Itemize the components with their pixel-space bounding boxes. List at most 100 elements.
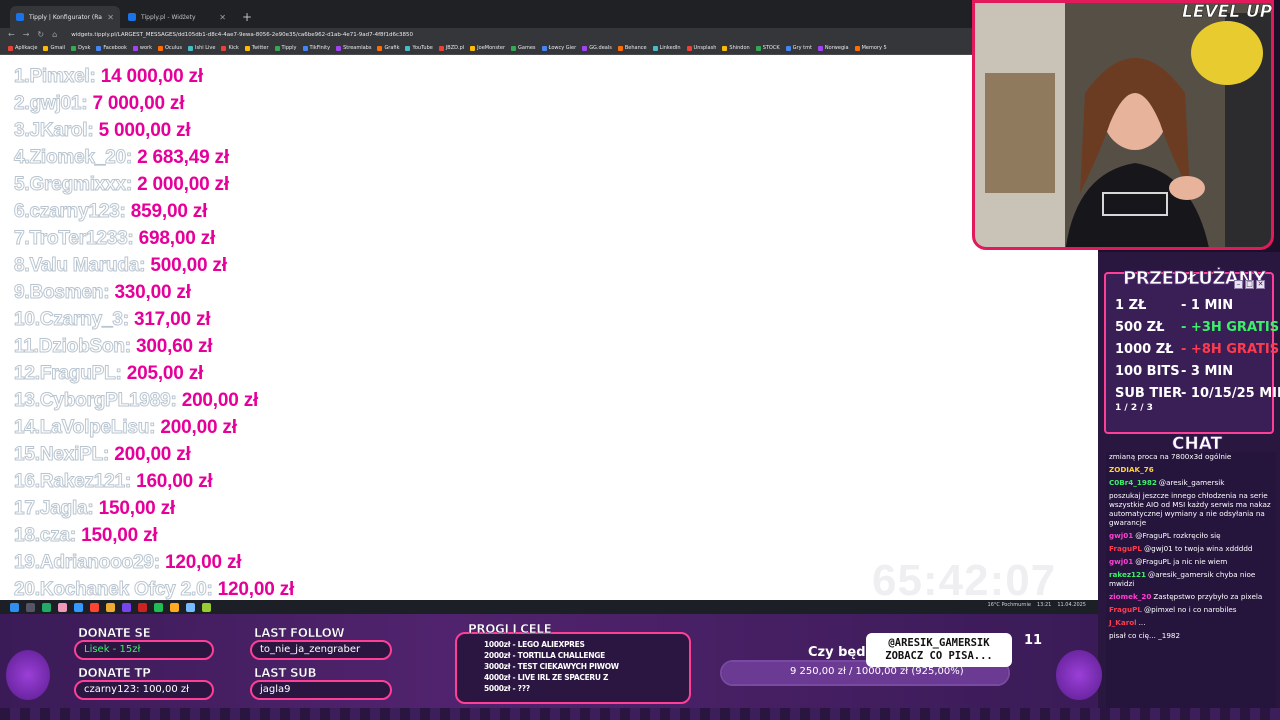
chat-message: C0Br4_1982 @aresik_gamersik bbox=[1106, 478, 1276, 487]
rank-number: 17. bbox=[14, 498, 41, 520]
start-icon[interactable] bbox=[10, 602, 19, 612]
bookmark-item[interactable]: Twitter bbox=[244, 45, 269, 51]
bookmark-item[interactable]: Aplikacje bbox=[8, 45, 37, 51]
discord-icon[interactable] bbox=[122, 602, 131, 612]
bookmark-item[interactable]: Kick bbox=[221, 45, 239, 51]
donor-rank-name: 13.CyborgPL1989: bbox=[14, 390, 178, 412]
ranking-row: 2.gwj01: 7 000,00 zł bbox=[14, 93, 185, 115]
bookmark-label: STOCK bbox=[762, 45, 780, 51]
bookmark-item[interactable]: STOCK bbox=[755, 45, 780, 51]
bookmark-label: LinkedIn bbox=[659, 45, 681, 51]
bookmark-item[interactable]: Unsplash bbox=[686, 45, 716, 51]
donor-rank-name: 15.NexiPL: bbox=[14, 444, 110, 466]
ranking-row: 7.TroTer1233: 698,00 zł bbox=[14, 228, 216, 250]
bookmark-item[interactable]: Oculus bbox=[157, 45, 183, 51]
ranking-row: 11.DziobSon: 300,60 zł bbox=[14, 336, 213, 358]
bookmark-item[interactable]: Streamlabs bbox=[336, 45, 371, 51]
bookmark-item[interactable]: Gry tmt bbox=[785, 45, 812, 51]
ranking-row: 3.JKarol: 5 000,00 zł bbox=[14, 120, 191, 142]
bookmark-item[interactable]: TikFinity bbox=[302, 45, 330, 51]
donate-tp-label: DONATE TP bbox=[78, 666, 151, 681]
rule-reward: - 1 MIN bbox=[1181, 298, 1234, 313]
pixel-ground-strip bbox=[0, 708, 1280, 720]
donation-amount: 317,00 zł bbox=[133, 309, 211, 330]
rank-number: 11. bbox=[14, 336, 40, 358]
donor-name: Valu Maruda: bbox=[29, 255, 146, 277]
chat-username: FraguPL bbox=[1109, 605, 1142, 614]
pixel-tree-decoration bbox=[1056, 650, 1102, 700]
last-follow-label: LAST FOLLOW bbox=[254, 626, 345, 641]
bookmark-item[interactable]: Games bbox=[511, 45, 536, 51]
files-icon[interactable] bbox=[42, 602, 51, 612]
home-icon[interactable]: ⌂ bbox=[52, 31, 57, 39]
rank-number: 4. bbox=[14, 147, 31, 169]
chat-text: @FraguPL ja nic nie wiem bbox=[1135, 557, 1228, 566]
bookmark-item[interactable]: JoeMonster bbox=[470, 45, 505, 51]
app-icon[interactable] bbox=[202, 602, 211, 612]
bookmark-item[interactable]: Memory 5 bbox=[854, 45, 887, 51]
forward-icon[interactable]: → bbox=[23, 31, 30, 39]
chat-box: zmianą proca na 7800x3d ogólnie ZODIAK_76… bbox=[1106, 452, 1276, 708]
new-tab-button[interactable]: + bbox=[234, 6, 260, 28]
donor-rank-name: 4.Ziomek_20: bbox=[14, 147, 133, 169]
close-tab-icon[interactable]: ✕ bbox=[219, 13, 226, 22]
close-tab-icon[interactable]: ✕ bbox=[107, 13, 114, 22]
bookmark-item[interactable]: Tipply bbox=[274, 45, 297, 51]
app-icon[interactable] bbox=[138, 602, 147, 612]
donor-name: Ziomek_20: bbox=[29, 147, 133, 169]
bookmark-item[interactable]: Norwegia bbox=[817, 45, 849, 51]
bookmark-favicon-icon bbox=[157, 45, 163, 51]
app-icon[interactable] bbox=[90, 602, 99, 612]
bookmark-item[interactable]: Behance bbox=[617, 45, 647, 51]
tab-tipply-widgets[interactable]: Tipply.pl - Widżety ✕ bbox=[122, 6, 232, 28]
bookmark-favicon-icon bbox=[274, 45, 280, 51]
donation-amount: 200,00 zł bbox=[181, 390, 259, 411]
chat-text: @aresik_gamersik bbox=[1158, 478, 1225, 487]
bookmark-item[interactable]: Grafik bbox=[377, 45, 399, 51]
tab-tipply-configurator[interactable]: Tipply | Konfigurator (Ranking ✕ bbox=[10, 6, 120, 28]
ranking-row: 4.Ziomek_20: 2 683,49 zł bbox=[14, 147, 230, 169]
bookmark-item[interactable]: LinkedIn bbox=[652, 45, 681, 51]
bookmark-item[interactable]: Facebook bbox=[96, 45, 127, 51]
url-field[interactable]: widgets.tipply.pl/LARGEST_MESSAGES/dd105… bbox=[71, 32, 1098, 38]
bookmark-item[interactable]: Shindon bbox=[722, 45, 750, 51]
bookmark-label: GG.deals bbox=[589, 45, 612, 51]
last-follow-value: to_nie_ja_zengraber bbox=[250, 640, 392, 660]
rank-number: 18. bbox=[14, 525, 41, 547]
app-icon[interactable] bbox=[170, 602, 179, 612]
bookmark-item[interactable]: YouTube bbox=[405, 45, 433, 51]
reload-icon[interactable]: ↻ bbox=[37, 31, 44, 39]
donation-amount: 2 000,00 zł bbox=[137, 174, 229, 195]
chrome-icon[interactable] bbox=[106, 602, 115, 612]
back-icon[interactable]: ← bbox=[8, 31, 15, 39]
spotify-icon[interactable] bbox=[154, 602, 163, 612]
donor-name: JKarol: bbox=[29, 120, 94, 142]
subathon-timer: 65:42:07 bbox=[872, 556, 1057, 605]
chat-message: pisał co cię... _1982 bbox=[1106, 631, 1276, 640]
bookmark-item[interactable]: work bbox=[132, 45, 152, 51]
app-icon[interactable] bbox=[186, 602, 195, 612]
search-icon[interactable] bbox=[26, 602, 35, 612]
donor-rank-name: 10.Czarny_3: bbox=[14, 309, 130, 331]
bookmark-item[interactable]: Dysk bbox=[71, 45, 90, 51]
extension-rule-row: 1000 ZŁ - +8H GRATIS bbox=[1115, 342, 1279, 357]
bookmark-item[interactable]: Ishi Live bbox=[188, 45, 215, 51]
bookmark-label: Tipply bbox=[281, 45, 297, 51]
rank-number: 16. bbox=[14, 471, 41, 493]
bookmark-favicon-icon bbox=[8, 45, 13, 51]
donation-amount: 160,00 zł bbox=[136, 471, 213, 492]
bookmark-item[interactable]: GG.deals bbox=[582, 45, 612, 51]
ranking-row: 6.czarny123: 859,00 zł bbox=[14, 201, 208, 223]
bookmark-item[interactable]: JBZD.pl bbox=[438, 45, 464, 51]
pixel-tree-decoration bbox=[6, 650, 50, 700]
bookmark-item[interactable]: Łowcy Gier bbox=[541, 45, 576, 51]
rule-reward: - 3 MIN bbox=[1181, 364, 1234, 379]
bookmark-label: Oculus bbox=[164, 45, 183, 51]
ranking-row: 15.NexiPL: 200,00 zł bbox=[14, 444, 191, 466]
app-icon[interactable] bbox=[58, 602, 67, 612]
bookmark-label: Aplikacje bbox=[15, 45, 38, 51]
rank-number: 1. bbox=[14, 66, 31, 88]
bookmark-favicon-icon bbox=[511, 45, 517, 51]
bookmark-item[interactable]: Gmail bbox=[43, 45, 65, 51]
app-icon[interactable] bbox=[74, 602, 83, 612]
